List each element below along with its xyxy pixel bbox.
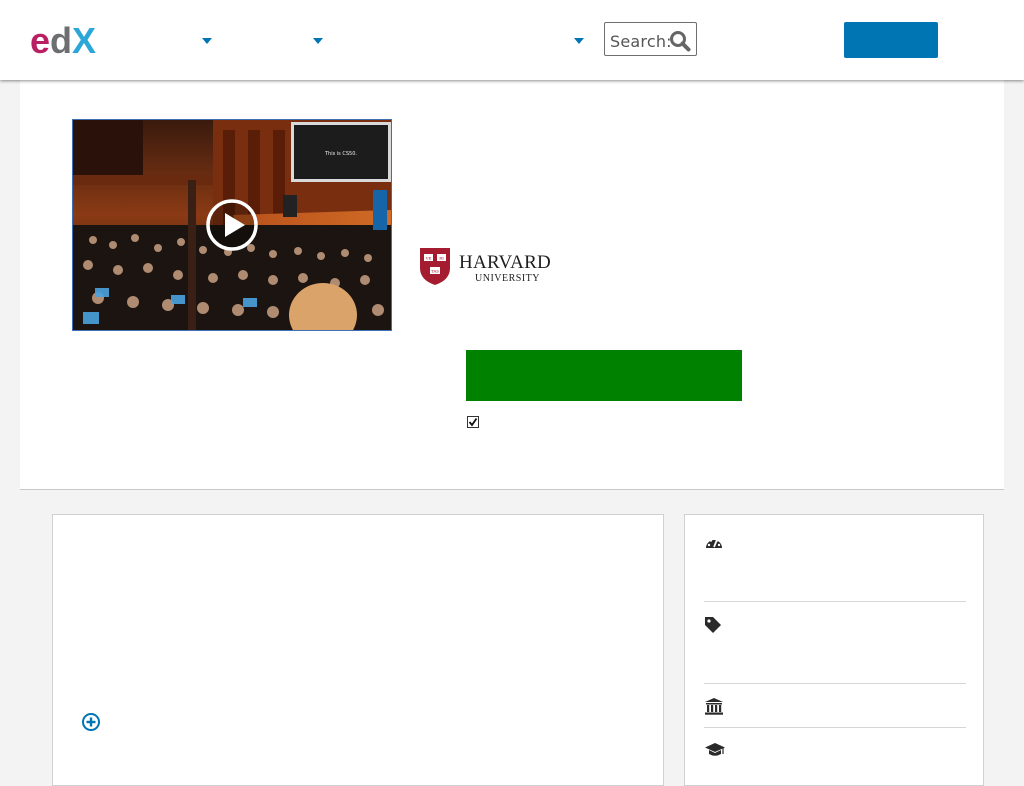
edx-logo[interactable]: edX — [30, 20, 108, 61]
harvard-university-logo[interactable]: VE RI TAS HARVARD UNIVERSITY — [418, 246, 566, 286]
search-label: Search: — [610, 32, 672, 51]
course-about-card — [52, 514, 664, 786]
email-opt-in-checkbox[interactable] — [467, 416, 479, 428]
site-header: edX Search: — [0, 0, 1024, 80]
details-divider — [704, 727, 966, 728]
svg-text:VE: VE — [425, 256, 432, 261]
enroll-button[interactable] — [466, 350, 742, 401]
institution-icon — [704, 697, 724, 720]
harvard-subtitle: UNIVERSITY — [475, 273, 540, 284]
play-icon[interactable] — [206, 199, 258, 251]
nav-schools-dropdown-chevron-down-icon[interactable] — [574, 38, 584, 44]
course-video-thumbnail[interactable]: This is CS50. — [72, 119, 392, 331]
svg-text:RI: RI — [439, 256, 444, 261]
harvard-name: HARVARD — [459, 252, 551, 273]
sign-in-button[interactable] — [844, 22, 938, 58]
search-icon[interactable] — [669, 30, 691, 57]
svg-text:TAS: TAS — [431, 269, 439, 274]
details-divider — [704, 601, 966, 602]
tag-icon — [704, 616, 722, 639]
nav-courses-dropdown-chevron-down-icon[interactable] — [202, 38, 212, 44]
svg-text:edX: edX — [30, 20, 96, 60]
checkmark-icon — [468, 417, 478, 427]
course-details-card — [684, 514, 984, 786]
nav-programs-dropdown-chevron-down-icon[interactable] — [313, 38, 323, 44]
gauge-icon — [704, 534, 724, 557]
graduation-cap-icon — [704, 742, 726, 763]
search-field[interactable]: Search: — [604, 22, 697, 56]
video-screen-text: This is CS50. — [324, 151, 357, 157]
plus-circle-icon[interactable] — [81, 712, 101, 737]
details-divider — [704, 683, 966, 684]
hero-divider — [20, 489, 1004, 490]
